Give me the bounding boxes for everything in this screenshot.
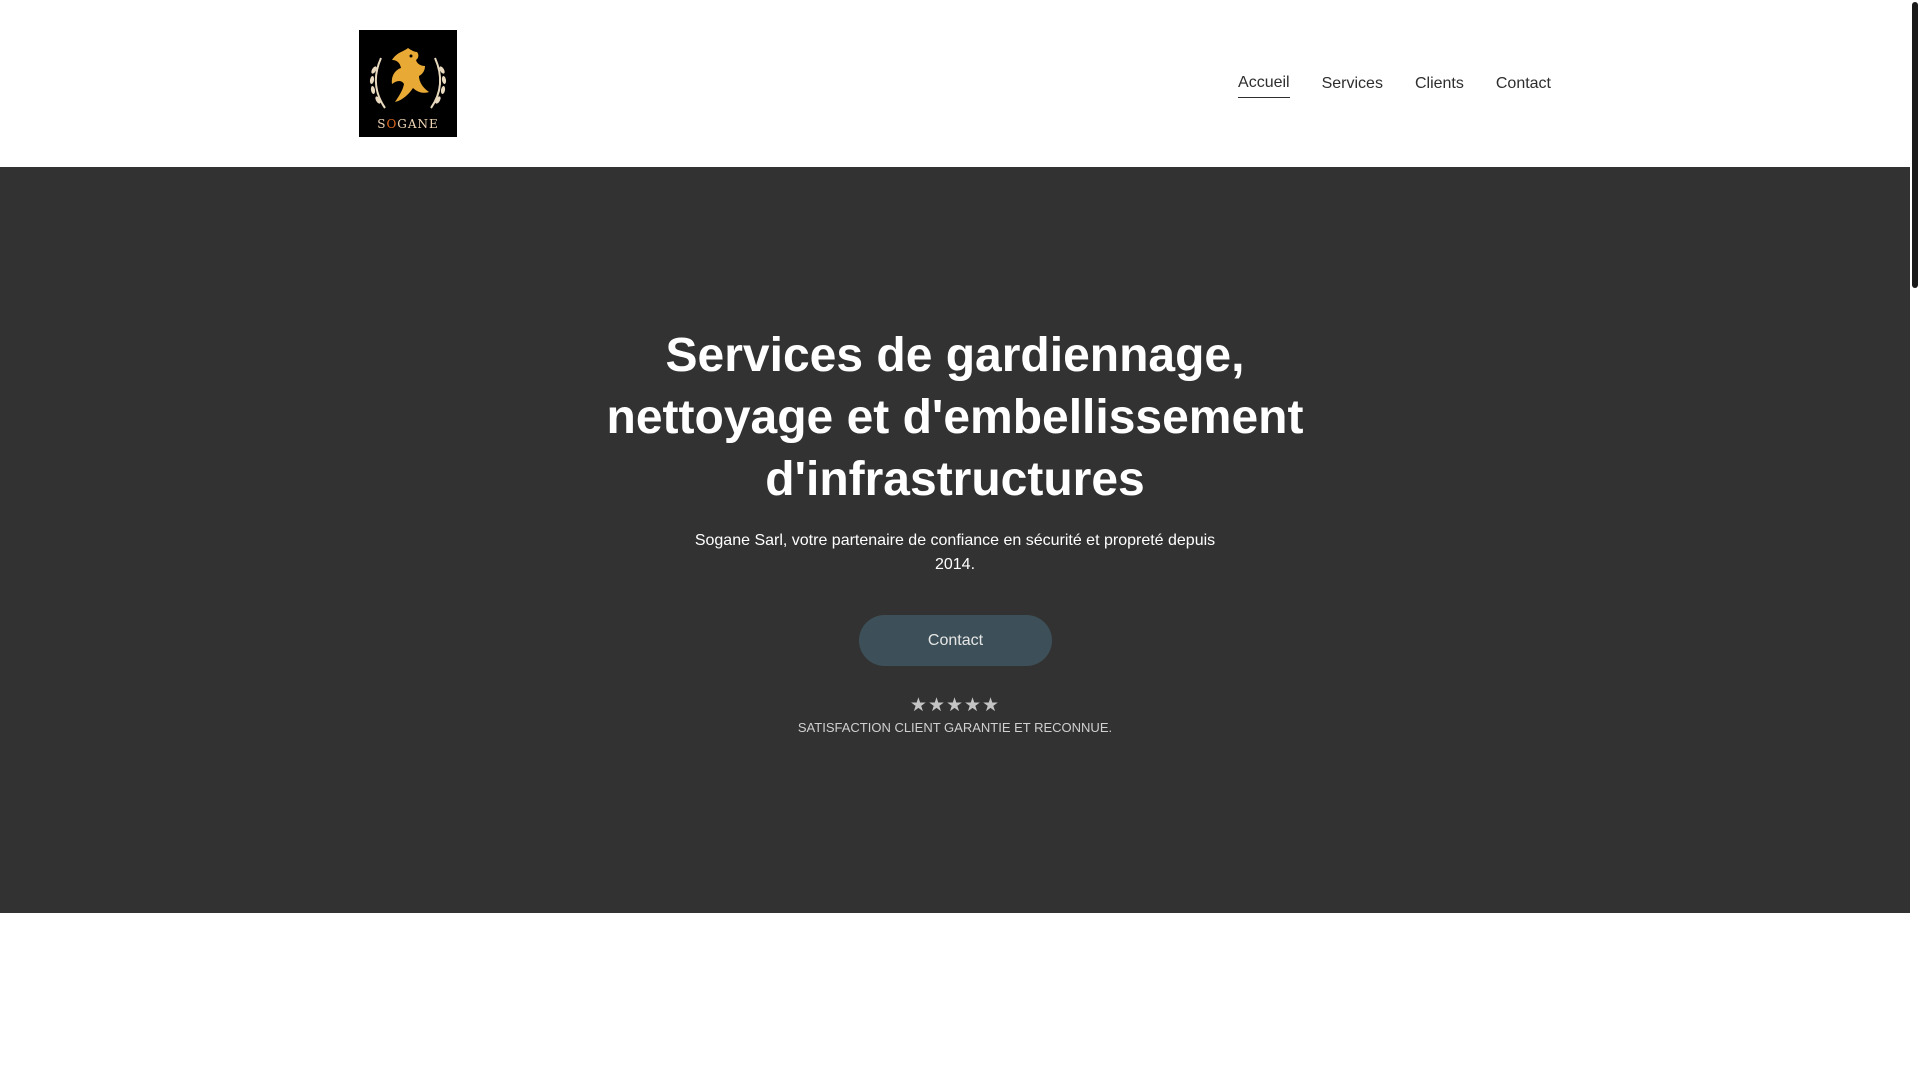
nav-item-services[interactable]: Services — [1322, 70, 1383, 98]
sogane-logo[interactable]: SOGANE — [359, 30, 457, 137]
hero-title: Services de gardiennage, nettoyage et d'… — [606, 329, 1304, 506]
nav-item-clients[interactable]: Clients — [1415, 70, 1464, 98]
contact-button[interactable]: Contact — [859, 615, 1052, 666]
nav-item-accueil[interactable]: Accueil — [1238, 70, 1290, 98]
nav-item-contact[interactable]: Contact — [1496, 70, 1551, 98]
hero-subtitle: Sogane Sarl, votre partenaire de confian… — [694, 532, 1216, 573]
main-nav: Accueil Services Clients Contact — [1238, 70, 1551, 98]
site-header: SOGANE Accueil Services Clients Contact — [0, 0, 1910, 167]
satisfaction-tagline: SATISFACTION CLIENT GARANTIE ET RECONNUE… — [797, 720, 1113, 735]
page-scrollbar[interactable] — [1910, 0, 1920, 1080]
rating-stars-icon: ★★★★★ — [909, 694, 1001, 716]
scrollbar-thumb[interactable] — [1912, 2, 1918, 288]
logo-wordmark: SOGANE — [377, 117, 439, 131]
hero-section: Services de gardiennage, nettoyage et d'… — [0, 167, 1910, 913]
